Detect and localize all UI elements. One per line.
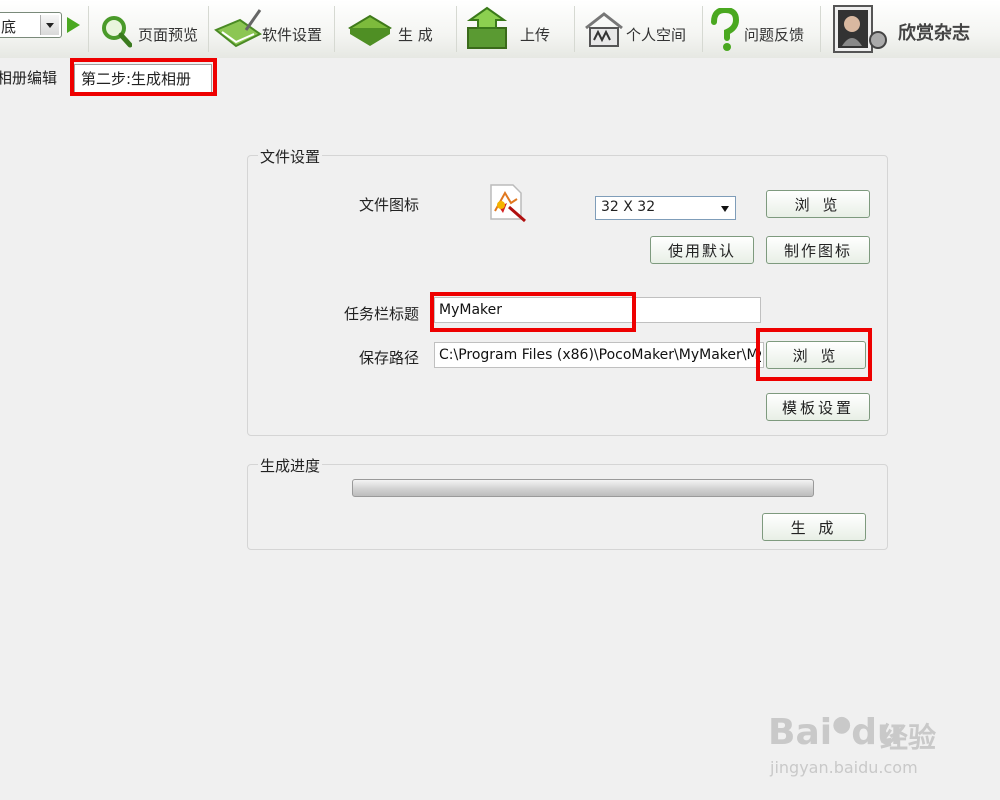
group-legend: 文件设置 (258, 146, 323, 167)
mode-dropdown[interactable]: 底 (0, 12, 62, 38)
upload-arrow-icon (466, 6, 508, 49)
tab-album-edit[interactable]: :相册编辑 (0, 64, 57, 92)
settings-tool-icon (214, 9, 262, 48)
toolbar-label: 上传 (520, 26, 551, 44)
highlight-box (756, 328, 872, 381)
toolbar-divider (574, 6, 575, 52)
play-icon[interactable] (67, 17, 80, 33)
toolbar-divider (208, 6, 209, 52)
toolbar-divider (456, 6, 457, 52)
main-toolbar: 底 页面预览 软件设置 生 成 上传 个人空间 问题反馈 欣赏杂志 (0, 0, 1000, 59)
book-icon (348, 14, 392, 46)
toolbar-divider (702, 6, 703, 52)
watermark-brand-text: Bai (768, 712, 833, 753)
generate-button[interactable]: 生 成 (762, 513, 866, 541)
save-path-input[interactable] (434, 342, 764, 368)
mode-dropdown-value: 底 (1, 18, 17, 36)
toolbar-label: 生 成 (398, 26, 433, 44)
save-path-label: 保存路径 (359, 349, 420, 367)
toolbar-divider (820, 6, 821, 52)
taskbar-title-label: 任务栏标题 (344, 305, 420, 323)
generate-progress-bar (352, 479, 814, 497)
make-icon-button[interactable]: 制作图标 (766, 236, 870, 264)
toolbar-divider (334, 6, 335, 52)
toolbar-label: 页面预览 (138, 26, 199, 44)
toolbar-label: 个人空间 (626, 26, 687, 44)
magnifier-icon (102, 16, 132, 48)
toolbar-label: 欣赏杂志 (898, 23, 970, 44)
toolbar-upload[interactable]: 上传 (462, 0, 572, 58)
toolbar-page-preview[interactable]: 页面预览 (96, 0, 206, 58)
toolbar-generate[interactable]: 生 成 (340, 0, 452, 58)
toolbar-personal-space[interactable]: 个人空间 (580, 0, 700, 58)
magazine-photo-icon (833, 5, 887, 53)
highlight-box (70, 58, 217, 96)
use-default-button[interactable]: 使用默认 (650, 236, 754, 264)
toolbar-divider (88, 6, 89, 52)
file-icon-preview (490, 184, 526, 223)
toolbar-magazine[interactable]: 欣赏杂志 (826, 0, 1000, 58)
chevron-down-icon[interactable] (40, 15, 59, 35)
house-icon (585, 12, 623, 47)
browse-icon-button[interactable]: 浏 览 (766, 190, 870, 218)
group-legend: 生成进度 (258, 455, 323, 476)
toolbar-label: 问题反馈 (744, 26, 805, 44)
chevron-down-icon (721, 206, 729, 212)
watermark-url: jingyan.baidu.com (770, 758, 918, 777)
baidu-jingyan-watermark: Bai●du 经验 jingyan.baidu.com (768, 694, 948, 784)
highlight-box (430, 292, 636, 332)
icon-size-select[interactable]: 32 X 32 (595, 196, 736, 220)
toolbar-software-settings[interactable]: 软件设置 (212, 0, 334, 58)
question-mark-icon (711, 8, 740, 51)
watermark-cn: 经验 (880, 721, 937, 754)
file-icon-label: 文件图标 (359, 196, 420, 214)
toolbar-feedback[interactable]: 问题反馈 (706, 0, 818, 58)
paw-icon: ● (832, 712, 852, 737)
icon-size-value: 32 X 32 (601, 199, 656, 215)
template-settings-button[interactable]: 模板设置 (766, 393, 870, 421)
toolbar-label: 软件设置 (262, 26, 323, 44)
